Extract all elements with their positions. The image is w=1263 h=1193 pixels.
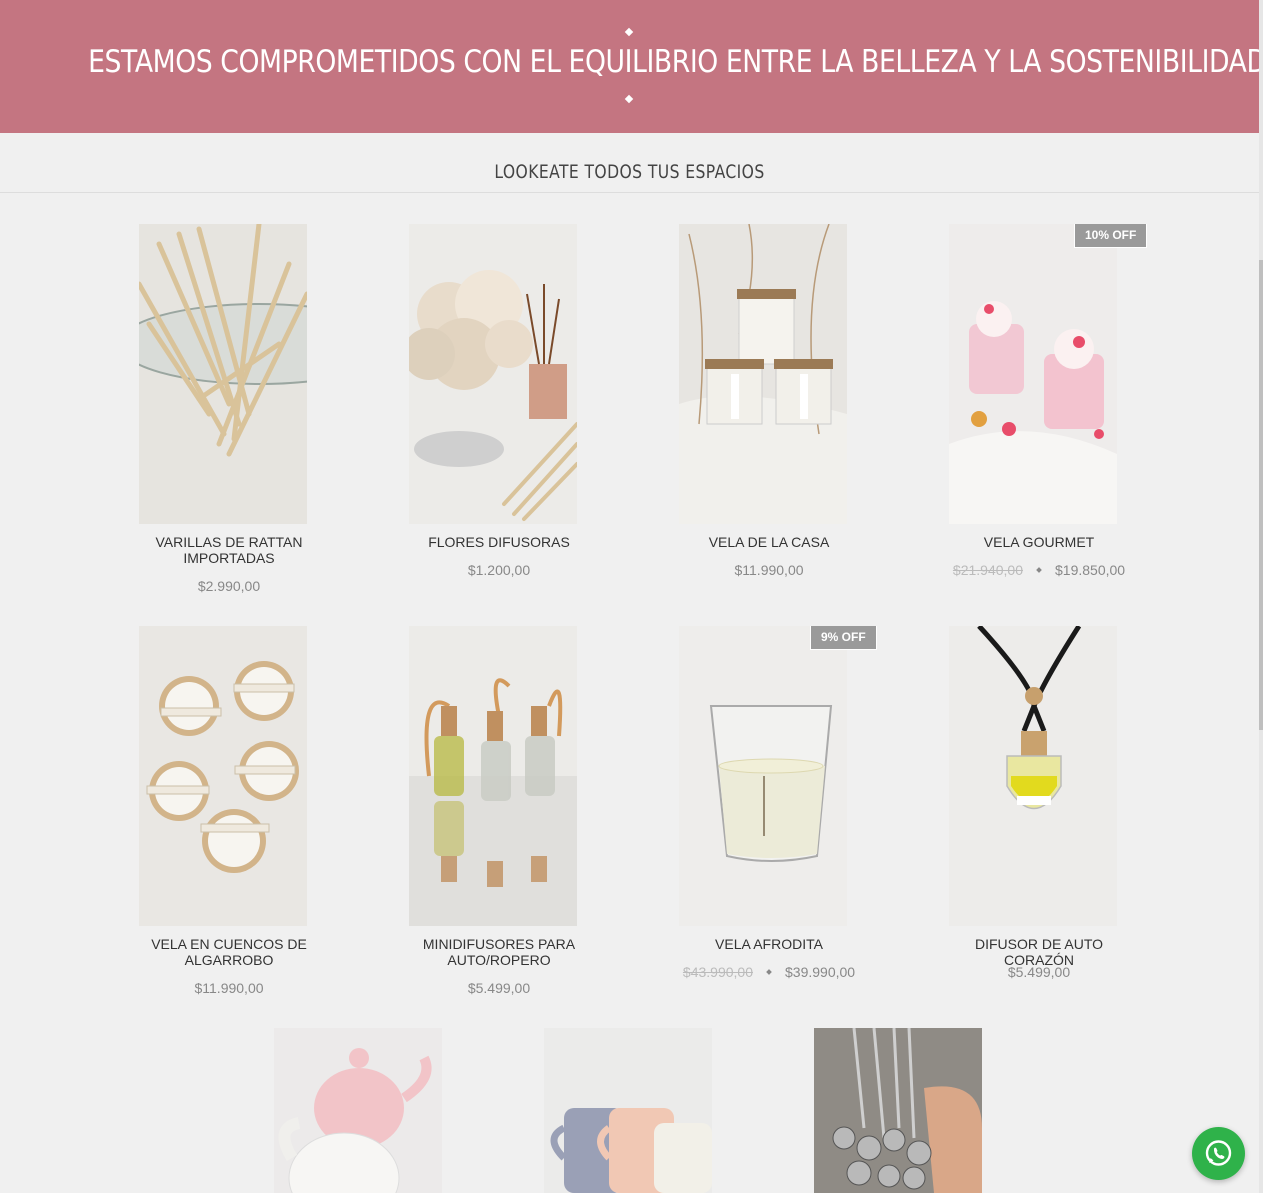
product-price: $5.499,00	[1007, 964, 1071, 980]
promo-banner: ESTAMOS COMPROMETIDOS CON EL EQUILIBRIO …	[0, 0, 1263, 133]
product-image-gourmet-candle[interactable]	[949, 224, 1117, 524]
product-name[interactable]: VELA EN CUENCOS DE ALGARROBO	[139, 936, 319, 968]
product-old-price: $21.940,00	[952, 562, 1023, 578]
product-image-mugs[interactable]	[544, 1028, 712, 1193]
product-image-house-candles[interactable]	[679, 224, 847, 524]
product-name[interactable]: VELA DE LA CASA	[679, 534, 859, 550]
product-price: $39.990,00	[785, 964, 856, 980]
diamond-ornament-top	[624, 27, 634, 37]
product-price: $1.200,00	[467, 562, 531, 578]
scrollbar-thumb[interactable]	[1259, 260, 1263, 730]
whatsapp-button[interactable]	[1192, 1127, 1245, 1180]
product-image-silver-chain-charm[interactable]	[814, 1028, 982, 1193]
product-price: $11.990,00	[194, 980, 264, 996]
product-image-rattan-sticks[interactable]	[139, 224, 307, 524]
section-title: LOOKEATE TODOS TUS ESPACIOS	[494, 161, 765, 183]
discount-badge: 10% OFF	[1074, 224, 1148, 248]
product-name[interactable]: VELA GOURMET	[949, 534, 1129, 550]
price-separator	[1036, 567, 1042, 574]
whatsapp-icon	[1205, 1140, 1232, 1166]
product-name[interactable]: VARILLAS DE RATTAN IMPORTADAS	[139, 534, 319, 566]
product-price: $11.990,00	[734, 562, 804, 578]
banner-title: ESTAMOS COMPROMETIDOS CON EL EQUILIBRIO …	[88, 44, 1263, 80]
product-price: $19.850,00	[1055, 562, 1126, 578]
product-price: $2.990,00	[197, 578, 261, 594]
section-divider	[0, 192, 1259, 193]
diamond-ornament-bottom	[624, 94, 634, 104]
product-image-carob-bowl-candles[interactable]	[139, 626, 307, 926]
product-image-teapot[interactable]	[274, 1028, 442, 1193]
product-image-afrodita-candle[interactable]	[679, 626, 847, 926]
product-price-row: $21.940,00 $19.850,00	[949, 562, 1129, 578]
product-name[interactable]: VELA AFRODITA	[679, 936, 859, 952]
product-image-car-heart-diffuser[interactable]	[949, 626, 1117, 926]
product-image-mini-diffusers[interactable]	[409, 626, 577, 926]
product-image-diffuser-flowers[interactable]	[409, 224, 577, 524]
product-old-price: $43.990,00	[682, 964, 753, 980]
price-separator	[766, 969, 772, 976]
discount-badge: 9% OFF	[810, 626, 877, 650]
product-price: $5.499,00	[467, 980, 531, 996]
product-name[interactable]: MINIDIFUSORES PARA AUTO/ROPERO	[409, 936, 589, 968]
product-name[interactable]: FLORES DIFUSORAS	[409, 534, 589, 550]
product-price-row: $43.990,00 $39.990,00	[679, 964, 859, 980]
